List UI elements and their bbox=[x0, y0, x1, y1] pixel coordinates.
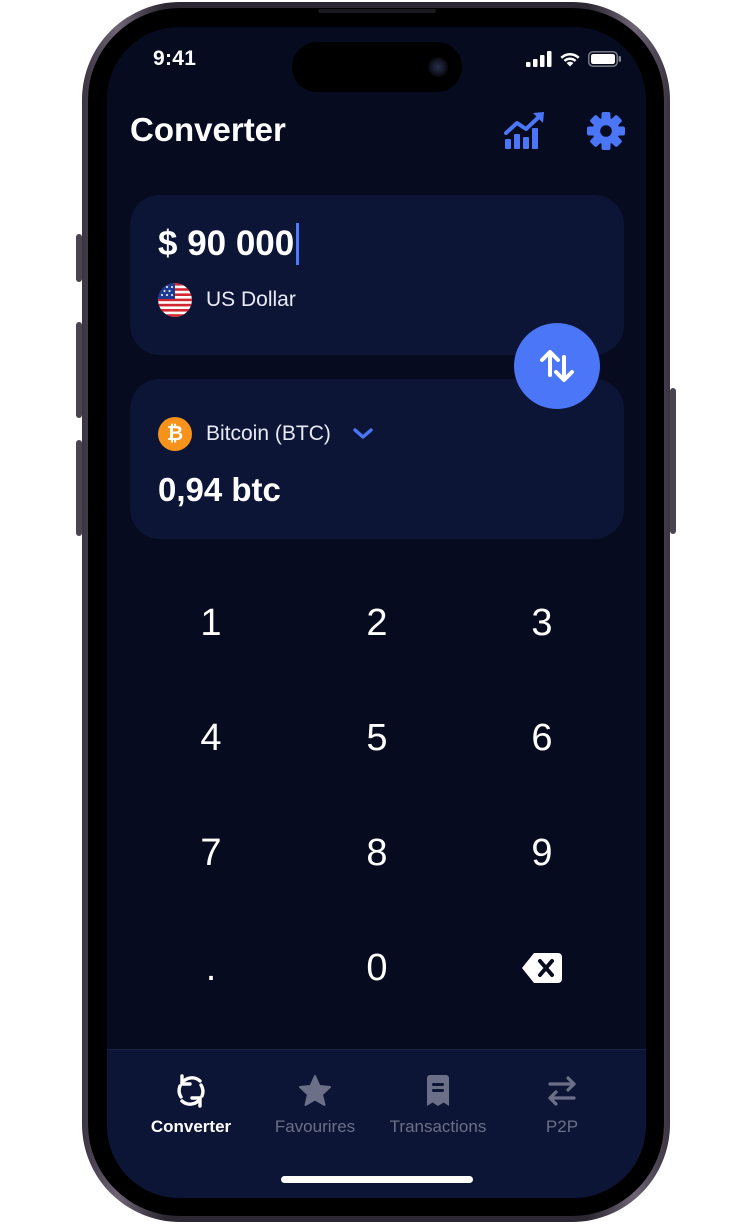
key-4[interactable]: 4 bbox=[151, 698, 271, 778]
bitcoin-icon: ₿ bbox=[158, 417, 192, 451]
tab-label: Favourires bbox=[274, 1117, 356, 1136]
home-indicator[interactable] bbox=[281, 1176, 473, 1183]
status-time: 9:41 bbox=[153, 47, 197, 70]
battery-icon bbox=[588, 51, 621, 67]
front-camera bbox=[428, 57, 448, 77]
power-button bbox=[670, 388, 676, 534]
refresh-icon bbox=[177, 1074, 205, 1108]
backspace-icon bbox=[522, 953, 562, 983]
star-icon bbox=[299, 1075, 331, 1106]
tab-label: Converter bbox=[150, 1117, 232, 1136]
converted-amount: 0,94 btc bbox=[158, 471, 281, 508]
screen: 9:41 Converter $ 90 000 US Dollar ₿ Bitc… bbox=[107, 27, 646, 1198]
from-currency-selector[interactable]: US Dollar bbox=[158, 283, 296, 317]
backspace-key[interactable] bbox=[482, 928, 602, 1008]
cellular-signal-icon bbox=[526, 51, 552, 67]
device-stage: 9:41 Converter $ 90 000 US Dollar ₿ Bitc… bbox=[0, 0, 750, 1224]
amount-input[interactable]: $ 90 000 bbox=[158, 223, 300, 265]
swap-arrows-icon bbox=[540, 350, 574, 382]
key-7[interactable]: 7 bbox=[151, 813, 271, 893]
key-3[interactable]: 3 bbox=[482, 583, 602, 663]
tab-favourites[interactable]: Favourires bbox=[253, 1074, 377, 1137]
bitcoin-symbol: ₿ bbox=[166, 422, 184, 445]
silent-switch bbox=[76, 234, 82, 282]
gear-icon bbox=[587, 112, 625, 150]
text-caret bbox=[296, 223, 300, 265]
dynamic-island bbox=[292, 42, 462, 92]
tab-p2p[interactable]: P2P bbox=[500, 1074, 624, 1137]
tab-label: Transactions bbox=[389, 1117, 487, 1136]
speaker-slit bbox=[318, 9, 436, 13]
key-9[interactable]: 9 bbox=[482, 813, 602, 893]
wifi-icon bbox=[560, 53, 580, 67]
tab-transactions[interactable]: Transactions bbox=[376, 1074, 500, 1137]
from-currency-name: US Dollar bbox=[206, 288, 296, 311]
status-icons bbox=[526, 51, 622, 67]
to-currency-selector[interactable]: ₿ Bitcoin (BTC) bbox=[158, 417, 375, 451]
receipt-icon bbox=[427, 1075, 449, 1106]
volume-up-button bbox=[76, 322, 82, 418]
us-flag-icon bbox=[158, 283, 192, 317]
volume-down-button bbox=[76, 440, 82, 536]
tab-label: P2P bbox=[545, 1117, 579, 1136]
key-0[interactable]: 0 bbox=[317, 928, 437, 1008]
key-6[interactable]: 6 bbox=[482, 698, 602, 778]
tab-converter[interactable]: Converter bbox=[129, 1074, 253, 1137]
transfer-icon bbox=[548, 1076, 576, 1106]
key-1[interactable]: 1 bbox=[151, 583, 271, 663]
settings-button[interactable] bbox=[584, 109, 628, 153]
key-8[interactable]: 8 bbox=[317, 813, 437, 893]
chart-growth-icon bbox=[504, 112, 544, 149]
swap-button[interactable] bbox=[514, 323, 600, 409]
amount-value: $ 90 000 bbox=[158, 224, 295, 263]
key-decimal[interactable]: . bbox=[151, 928, 271, 1008]
chart-button[interactable] bbox=[503, 109, 547, 153]
page-title: Converter bbox=[130, 111, 286, 148]
chevron-down-icon[interactable] bbox=[351, 426, 375, 442]
to-currency-name: Bitcoin (BTC) bbox=[206, 422, 331, 445]
key-2[interactable]: 2 bbox=[317, 583, 437, 663]
key-5[interactable]: 5 bbox=[317, 698, 437, 778]
